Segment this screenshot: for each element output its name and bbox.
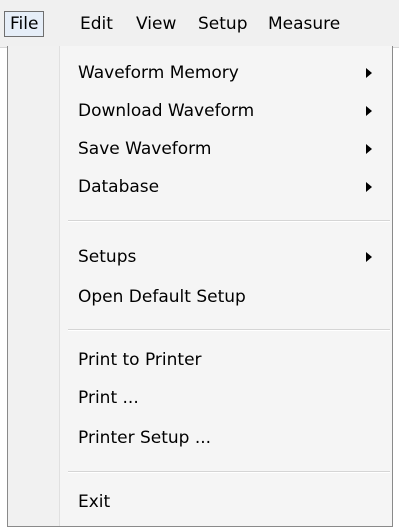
- chevron-right-icon: [366, 182, 372, 192]
- menu-item-label: Printer Setup ...: [78, 428, 212, 448]
- menu-item-label: Print ...: [78, 388, 139, 408]
- menu-item-label: Print to Printer: [78, 350, 202, 370]
- menu-item-printer-setup[interactable]: Printer Setup ...: [60, 419, 392, 457]
- menu-separator: [68, 471, 390, 473]
- chevron-right-icon: [366, 68, 372, 78]
- application-window: File Edit View Setup Measure Waveform Me…: [0, 0, 399, 527]
- menu-item-exit[interactable]: Exit: [60, 483, 392, 521]
- menu-icon-gutter: [8, 46, 60, 526]
- chevron-right-icon: [366, 144, 372, 154]
- menu-item-label: Open Default Setup: [78, 287, 246, 307]
- menu-item-print-to-printer[interactable]: Print to Printer: [60, 341, 392, 379]
- menu-item-setups[interactable]: Setups: [60, 238, 392, 276]
- menu-setup[interactable]: Setup: [198, 11, 247, 37]
- menu-item-label: Download Waveform: [78, 101, 255, 121]
- menu-item-waveform-memory[interactable]: Waveform Memory: [60, 54, 392, 92]
- menu-item-label: Save Waveform: [78, 139, 212, 159]
- menu-file[interactable]: File: [4, 11, 45, 37]
- menu-item-label: Setups: [78, 247, 137, 267]
- menu-item-download-waveform[interactable]: Download Waveform: [60, 92, 392, 130]
- menu-separator: [68, 329, 390, 331]
- menu-view[interactable]: View: [136, 11, 176, 37]
- menu-measure[interactable]: Measure: [268, 11, 340, 37]
- menu-bar: File Edit View Setup Measure: [0, 0, 399, 48]
- menu-item-label: Waveform Memory: [78, 63, 239, 83]
- menu-item-open-default-setup[interactable]: Open Default Setup: [60, 278, 392, 316]
- chevron-right-icon: [366, 252, 372, 262]
- menu-item-print[interactable]: Print ...: [60, 379, 392, 417]
- file-menu-dropdown: Waveform Memory Download Waveform Save W…: [7, 46, 393, 527]
- chevron-right-icon: [366, 106, 372, 116]
- menu-item-database[interactable]: Database: [60, 168, 392, 206]
- menu-item-save-waveform[interactable]: Save Waveform: [60, 130, 392, 168]
- menu-edit[interactable]: Edit: [80, 11, 113, 37]
- menu-item-label: Database: [78, 177, 160, 197]
- menu-item-label: Exit: [78, 492, 111, 512]
- menu-separator: [68, 220, 390, 222]
